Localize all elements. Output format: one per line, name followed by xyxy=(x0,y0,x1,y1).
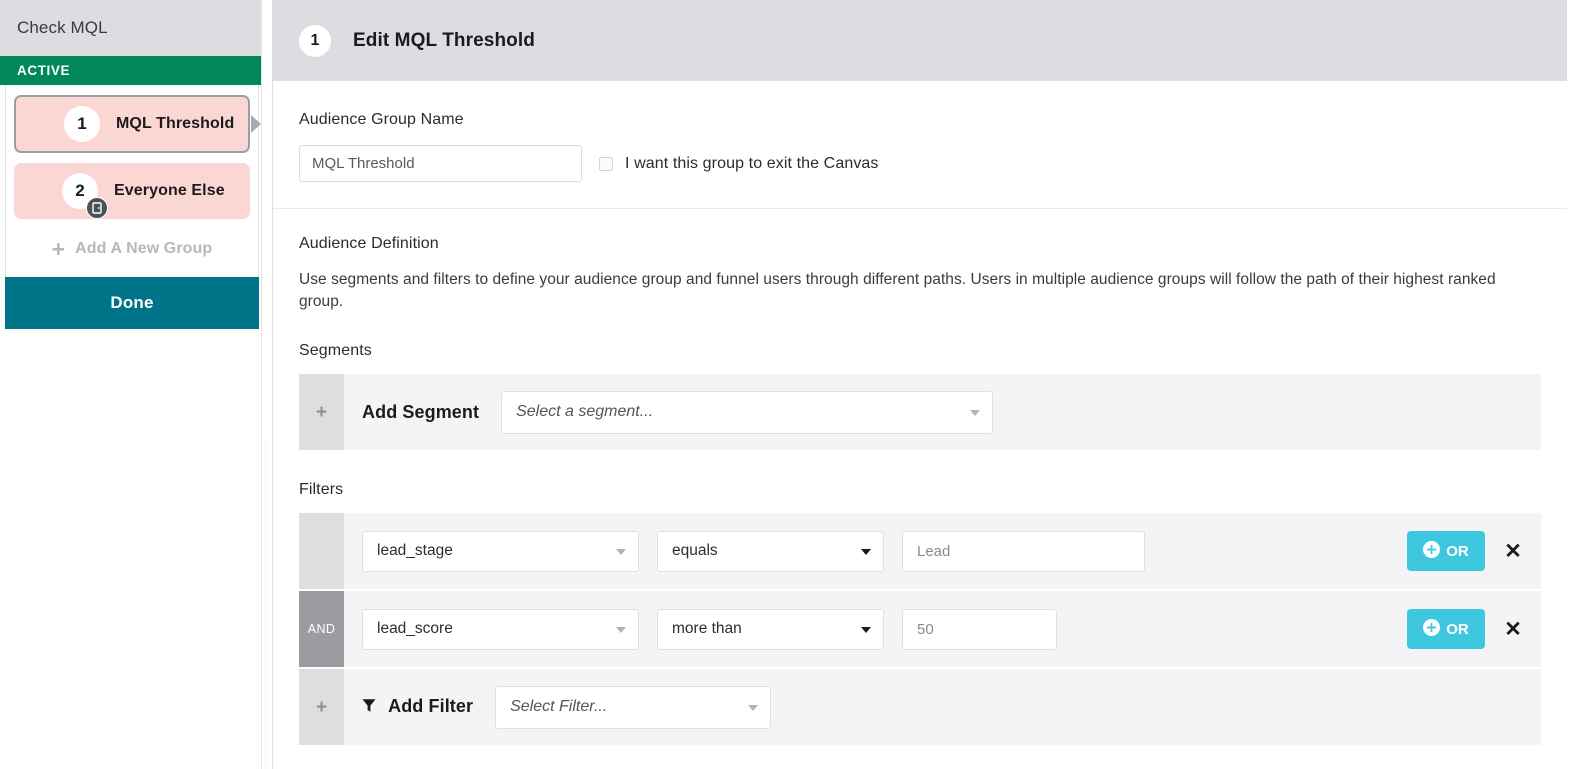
panel-body: Audience Group Name I want this group to… xyxy=(273,81,1567,745)
step-number-badge: 1 xyxy=(299,25,331,57)
chevron-down-icon xyxy=(616,627,626,633)
plus-icon: + xyxy=(316,403,327,422)
selected-pointer-icon xyxy=(251,115,261,133)
chevron-down-icon xyxy=(970,410,980,416)
done-button[interactable]: Done xyxy=(5,277,259,329)
segment-select[interactable]: Select a segment... xyxy=(501,391,993,434)
sidebar-edge xyxy=(261,0,262,769)
close-icon: ✕ xyxy=(1504,540,1522,563)
app-root: s hs Check MQL ACTIVE 1 MQL Threshold 2 … xyxy=(0,0,1593,769)
add-filter-gutter[interactable]: + xyxy=(299,669,344,745)
plus-circle-icon xyxy=(1423,619,1440,640)
segment-select-placeholder: Select a segment... xyxy=(516,403,653,421)
filter-row: AND lead_score more than xyxy=(299,591,1541,667)
filter-row: lead_stage equals xyxy=(299,513,1541,589)
add-filter-row: + Add Filter Select Filter.. xyxy=(299,669,1541,745)
remove-filter-button[interactable]: ✕ xyxy=(1485,618,1541,641)
add-segment-label: Add Segment xyxy=(362,402,479,423)
chevron-down-icon xyxy=(616,549,626,555)
filter-operator-select[interactable]: equals xyxy=(657,531,884,572)
filter-row-inner: lead_score more than xyxy=(344,591,1541,667)
filter-operator-value: more than xyxy=(672,620,742,638)
add-segment-gutter[interactable]: + xyxy=(299,374,344,450)
group-label: Everyone Else xyxy=(114,182,225,200)
group-label: MQL Threshold xyxy=(116,115,234,133)
filter-value-input[interactable] xyxy=(902,609,1057,650)
exit-canvas-icon xyxy=(86,197,108,219)
add-new-group-label: Add A New Group xyxy=(75,240,212,258)
status-badge-label: ACTIVE xyxy=(17,63,70,78)
group-number-badge: 1 xyxy=(64,106,100,142)
background-divider-vertical-2 xyxy=(265,441,266,769)
sidebar-title-bar: Check MQL xyxy=(0,0,262,56)
chevron-down-icon xyxy=(748,705,758,711)
filter-operator-select[interactable]: more than xyxy=(657,609,884,650)
status-badge: ACTIVE xyxy=(0,56,262,85)
sidebar-item-everyone-else[interactable]: 2 Everyone Else xyxy=(14,163,250,219)
add-filter-row-inner: Add Filter Select Filter... xyxy=(344,669,1541,745)
filter-operator-value: equals xyxy=(672,542,718,560)
audience-group-name-row: I want this group to exit the Canvas xyxy=(299,145,1541,182)
funnel-icon xyxy=(362,697,381,717)
segments-label: Segments xyxy=(299,342,1541,360)
filter-row-inner: lead_stage equals xyxy=(344,513,1541,589)
audience-groups-sidebar: Check MQL ACTIVE 1 MQL Threshold 2 Every… xyxy=(0,0,262,769)
audience-definition-label: Audience Definition xyxy=(299,235,1541,253)
filter-field-select[interactable]: lead_stage xyxy=(362,531,639,572)
add-or-condition-button[interactable]: OR xyxy=(1407,531,1485,571)
sidebar-item-mql-threshold[interactable]: 1 MQL Threshold xyxy=(14,95,250,153)
add-segment-row-inner: Add Segment Select a segment... xyxy=(344,374,1541,450)
filter-field-value: lead_stage xyxy=(377,542,453,560)
plus-icon: + xyxy=(52,238,65,261)
add-filter-label: Add Filter xyxy=(388,696,473,716)
audience-definition-description: Use segments and filters to define your … xyxy=(299,269,1541,313)
exit-canvas-checkbox[interactable] xyxy=(599,157,613,171)
filter-select[interactable]: Select Filter... xyxy=(495,686,771,729)
audience-group-name-section: Audience Group Name I want this group to… xyxy=(299,81,1541,208)
exit-canvas-checkbox-label[interactable]: I want this group to exit the Canvas xyxy=(625,155,879,173)
add-new-group-button[interactable]: + Add A New Group xyxy=(14,229,250,269)
exit-canvas-checkbox-wrap[interactable]: I want this group to exit the Canvas xyxy=(599,155,879,173)
filters-label: Filters xyxy=(299,481,1541,499)
filter-field-select[interactable]: lead_score xyxy=(362,609,639,650)
plus-icon: + xyxy=(316,698,327,717)
or-button-label: OR xyxy=(1446,621,1469,638)
audience-definition-section: Audience Definition Use segments and fil… xyxy=(299,209,1541,313)
filter-connector-label: AND xyxy=(308,622,336,636)
page-title: Edit MQL Threshold xyxy=(353,30,535,52)
filter-select-placeholder: Select Filter... xyxy=(510,698,607,716)
segments-section: Segments + Add Segment Select a segment.… xyxy=(299,342,1541,450)
filter-value-input[interactable] xyxy=(902,531,1145,572)
chevron-down-icon xyxy=(861,549,871,555)
filters-section: Filters lead_stage equals xyxy=(299,481,1541,745)
filter-connector-gutter xyxy=(299,513,344,589)
filter-field-value: lead_score xyxy=(377,620,453,638)
sidebar-title: Check MQL xyxy=(17,18,108,38)
audience-group-list: 1 MQL Threshold 2 Everyone Else + Add A … xyxy=(5,85,259,278)
or-button-label: OR xyxy=(1446,543,1469,560)
audience-group-name-input[interactable] xyxy=(299,145,582,182)
remove-filter-button[interactable]: ✕ xyxy=(1485,540,1541,563)
add-filter-label-wrap: Add Filter xyxy=(362,696,473,718)
audience-group-name-label: Audience Group Name xyxy=(299,111,1541,129)
chevron-down-icon xyxy=(861,627,871,633)
edit-audience-group-panel: 1 Edit MQL Threshold Audience Group Name… xyxy=(272,0,1567,769)
filter-connector-gutter: AND xyxy=(299,591,344,667)
panel-header: 1 Edit MQL Threshold xyxy=(273,0,1567,81)
add-or-condition-button[interactable]: OR xyxy=(1407,609,1485,649)
plus-circle-icon xyxy=(1423,541,1440,562)
add-segment-row: + Add Segment Select a segment... xyxy=(299,374,1541,450)
close-icon: ✕ xyxy=(1504,618,1522,641)
